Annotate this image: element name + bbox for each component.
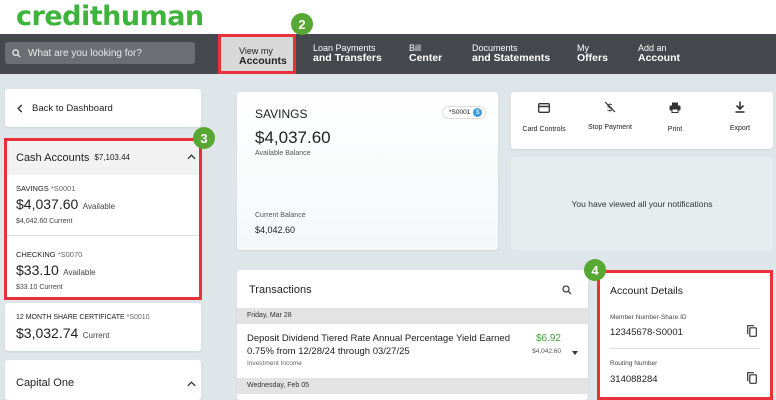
transaction-amount: $6.92	[535, 333, 561, 344]
date-header: Friday, Mar 28	[237, 308, 588, 324]
current-balance: $4,042.60	[255, 225, 296, 235]
capital-one-title: Capital One	[16, 377, 75, 389]
nav-bill-center[interactable]: Bill Center	[409, 43, 442, 63]
savings-account-card: SAVINGS *S0001 $ $4,037.60 Available Bal…	[237, 92, 498, 250]
transactions-title: Transactions	[249, 284, 312, 296]
transaction-description: Deposit Dividend Tiered Rate Annual Perc…	[247, 333, 511, 357]
action-label: Card Controls	[522, 126, 566, 133]
account-item-certificate[interactable]: 12 MONTH SHARE CERTIFICATE *S0010 $3,032…	[5, 303, 201, 351]
transaction-row[interactable]: Deposit Dividend Tiered Rate Annual Perc…	[237, 324, 588, 378]
capital-one-header[interactable]: Capital One	[5, 360, 201, 400]
nav-view-accounts[interactable]: View my Accounts	[218, 34, 296, 74]
actions-card: Card Controls $ Stop Payment Print Expor…	[511, 92, 773, 149]
search-icon[interactable]	[562, 285, 572, 295]
notifications-panel: You have viewed all your notifications	[511, 157, 773, 250]
creditHuman-logo[interactable]: credithuman	[16, 1, 204, 32]
card-icon	[538, 103, 550, 113]
nav-label-bottom: and Statements	[472, 52, 551, 64]
account-name: 12 MONTH SHARE CERTIFICATE	[16, 314, 125, 321]
stop-payment-button[interactable]: $ Stop Payment	[577, 100, 643, 131]
nav-label-bottom: Offers	[577, 52, 608, 64]
transaction-type: Investment Income	[247, 360, 302, 367]
chevron-left-icon	[17, 103, 23, 113]
action-label: Export	[729, 125, 751, 132]
chevron-up-icon[interactable]	[187, 381, 196, 387]
stop-payment-icon: $	[604, 101, 616, 113]
account-id-badge: *S0001 $	[442, 106, 487, 119]
print-icon	[669, 102, 681, 113]
back-to-dashboard-button[interactable]: Back to Dashboard	[5, 89, 201, 127]
action-label: Print	[667, 126, 683, 133]
amount-label: Current	[82, 331, 110, 340]
nav-loan-payments[interactable]: Loan Payments and Transfers	[313, 43, 382, 63]
card-controls-button[interactable]: Card Controls	[511, 100, 577, 133]
nav-label-bottom: Accounts	[239, 55, 287, 67]
export-icon	[735, 101, 745, 113]
available-balance: $4,037.60	[255, 128, 331, 147]
caret-down-icon[interactable]	[572, 351, 578, 355]
available-balance-label: Available Balance	[255, 150, 311, 157]
nav-label-bottom: and Transfers	[313, 52, 382, 64]
account-amount: $3,032.74	[16, 325, 79, 341]
transaction-balance: $4,042.60	[532, 348, 561, 355]
nav-documents[interactable]: Documents and Statements	[472, 43, 550, 63]
step-badge-4: 4	[584, 259, 606, 281]
transactions-card: Transactions Friday, Mar 28 Deposit Divi…	[237, 270, 588, 400]
highlight-account-details	[597, 270, 773, 400]
print-button[interactable]: Print	[642, 100, 708, 133]
nav-label-bottom: Account	[638, 52, 680, 64]
notifications-text: You have viewed all your notifications	[571, 198, 713, 209]
nav-label-bottom: Center	[409, 52, 443, 64]
highlight-cash-accounts	[4, 138, 202, 300]
account-id: *S0010	[126, 314, 150, 321]
search-icon	[12, 48, 21, 58]
card-title: SAVINGS	[255, 107, 308, 121]
dollar-icon: $	[473, 108, 483, 117]
nav-my-offers[interactable]: My Offers	[577, 43, 608, 63]
action-label: Stop Payment	[588, 124, 632, 131]
search-placeholder: What are you looking for?	[28, 47, 142, 59]
export-button[interactable]: Export	[707, 100, 773, 132]
search-input[interactable]: What are you looking for?	[5, 42, 195, 64]
nav-add-account[interactable]: Add an Account	[638, 43, 680, 63]
back-label: Back to Dashboard	[32, 102, 113, 114]
date-header: Wednesday, Feb 05	[237, 378, 588, 394]
badge-text: *S0001	[449, 109, 471, 116]
current-balance-label: Current Balance	[255, 212, 306, 219]
step-badge-2: 2	[291, 13, 313, 35]
step-badge-3: 3	[193, 127, 215, 149]
